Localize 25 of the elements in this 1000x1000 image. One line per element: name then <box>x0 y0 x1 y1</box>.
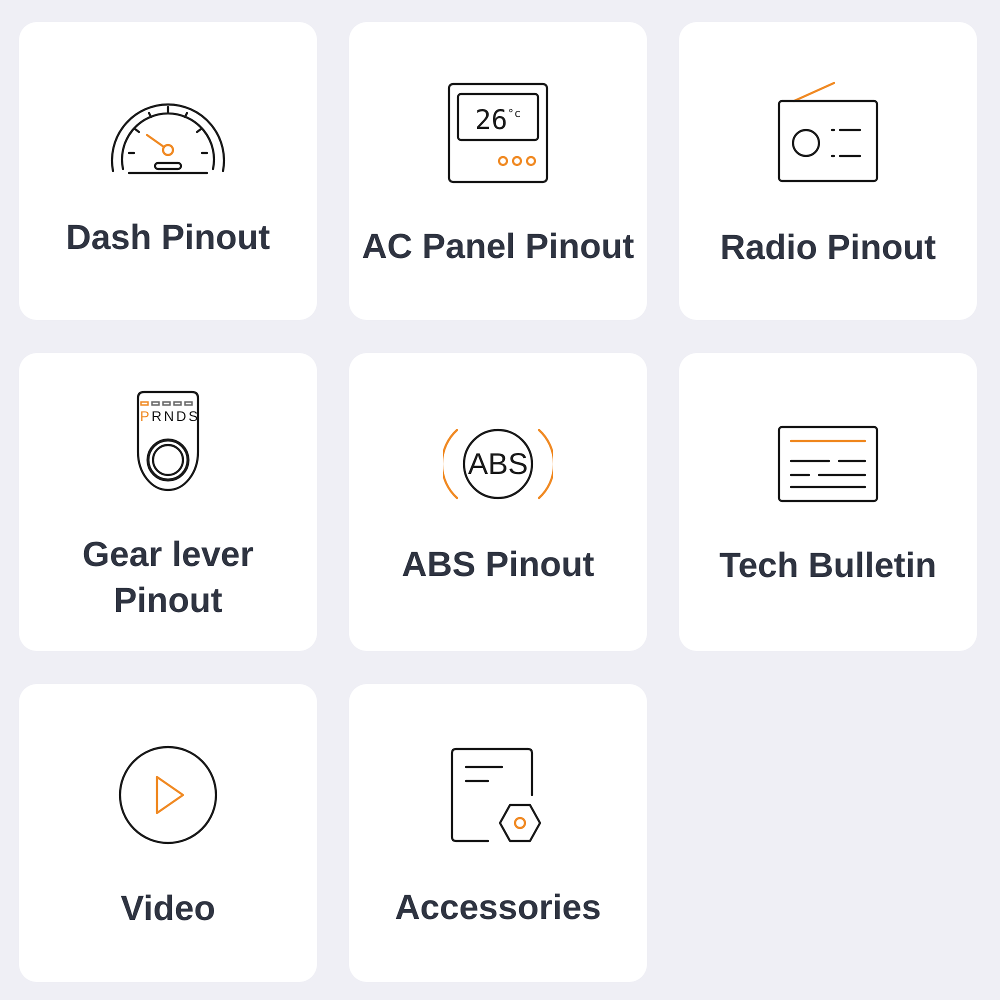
menu-tile[interactable]: Accessories <box>349 684 647 982</box>
menu-tile[interactable]: Dash Pinout <box>19 22 317 320</box>
temperature-reading: 26$^{°c}$ <box>475 105 521 136</box>
menu-tile[interactable]: Tech Bulletin <box>679 353 977 651</box>
menu-tile[interactable]: Radio Pinout <box>679 22 977 320</box>
menu-tile[interactable]: ABS ABS Pinout <box>349 353 647 651</box>
tile-label: ABS Pinout <box>402 544 594 586</box>
menu-tile[interactable]: Video <box>19 684 317 982</box>
tile-label: Video <box>120 888 216 930</box>
tile-label: Dash Pinout <box>66 217 270 259</box>
thermostat-icon <box>448 82 548 184</box>
abs-warning-icon <box>443 428 553 500</box>
gear-shifter-icon <box>136 390 200 492</box>
tile-label: Gear lever Pinout <box>81 534 255 622</box>
tile-label: AC Panel Pinout <box>362 226 634 268</box>
tile-label: Radio Pinout <box>720 227 936 269</box>
document-icon <box>777 425 879 503</box>
abs-label: ABS <box>468 448 528 481</box>
tile-label: Tech Bulletin <box>719 545 937 587</box>
play-icon <box>117 744 219 846</box>
menu-tile[interactable]: 26$^{°c}$ AC Panel Pinout <box>349 22 647 320</box>
menu-tile[interactable]: P RNDS Gear lever Pinout <box>19 353 317 651</box>
radio-icon <box>776 81 880 185</box>
tile-label: Accessories <box>394 887 602 929</box>
gear-letters: P RNDS <box>140 408 200 424</box>
